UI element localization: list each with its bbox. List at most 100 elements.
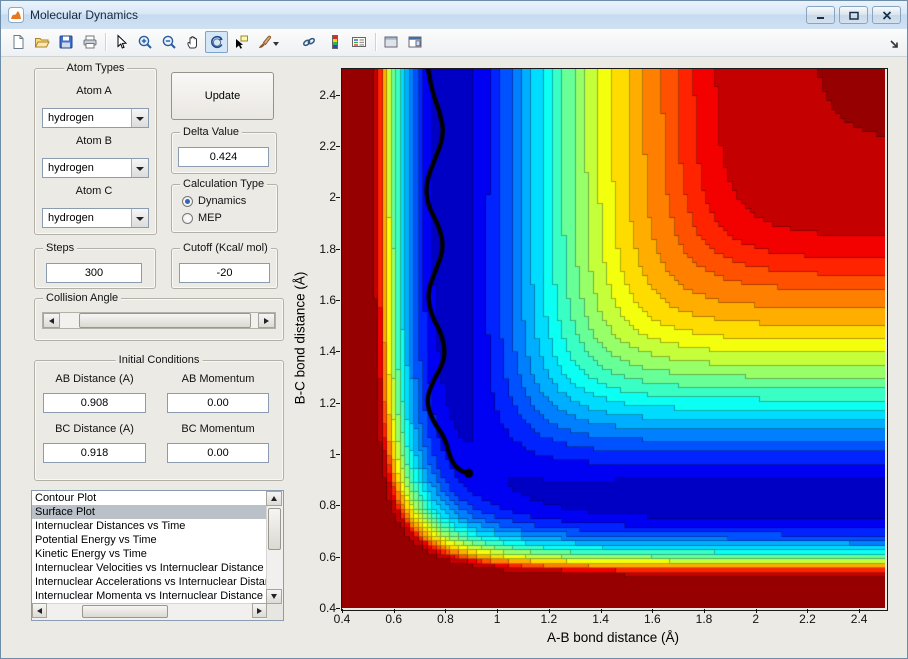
list-item[interactable]: Internuclear Accelerations vs Internucle… [32, 575, 267, 589]
y-axis-label: B-C bond distance (Å) [292, 271, 308, 405]
x-tick-mark [755, 609, 757, 613]
atom-c-label: Atom C [75, 185, 113, 197]
vertical-scroll-thumb[interactable] [268, 508, 281, 550]
colorbar-icon [331, 35, 338, 49]
radio-icon[interactable] [182, 195, 193, 207]
chevron-down-icon [136, 217, 144, 221]
legend-icon [351, 37, 366, 47]
collision-angle-slider[interactable] [42, 312, 276, 329]
calc-type-option-mep[interactable]: MEP [182, 212, 222, 224]
brush-dropdown-caret[interactable] [273, 42, 279, 46]
delta-value-title: Delta Value [180, 126, 243, 139]
list-item[interactable]: Internuclear Velocities vs Internuclear … [32, 561, 267, 575]
atom-a-dropdown[interactable]: hydrogen [42, 108, 149, 128]
printer-icon [83, 35, 96, 49]
plot-type-listbox[interactable]: Contour Plot Surface Plot Internuclear Dis… [31, 490, 284, 621]
zoom-in-icon [138, 35, 152, 49]
dock-figure-arrow[interactable] [889, 36, 899, 54]
y-tick-mark [336, 505, 340, 507]
plot-frame [341, 68, 888, 611]
calc-type-option-dynamics[interactable]: Dynamics [182, 195, 246, 207]
open-file-button[interactable] [30, 31, 53, 53]
x-tick-label: 2.2 [799, 612, 816, 626]
new-file-button[interactable] [6, 31, 29, 53]
collision-angle-title: Collision Angle [43, 292, 122, 305]
brush-button[interactable] [253, 31, 283, 53]
scroll-up-button[interactable] [266, 491, 282, 506]
edit-plot-button[interactable] [109, 31, 132, 53]
scrollbar-corner [267, 604, 283, 620]
hide-plot-tools-button[interactable] [379, 31, 402, 53]
print-button[interactable] [78, 31, 101, 53]
atom-c-value: hydrogen [48, 212, 94, 224]
dropdown-button[interactable] [131, 209, 148, 227]
scroll-right-button[interactable] [252, 603, 267, 618]
listbox-items: Contour Plot Surface Plot Internuclear Dis… [32, 491, 267, 603]
horizontal-scroll-thumb[interactable] [82, 605, 168, 618]
atom-types-title: Atom Types [63, 62, 128, 75]
list-item[interactable]: Kinetic Energy vs Time [32, 547, 267, 561]
show-plot-tools-icon [408, 36, 421, 48]
zoom-in-button[interactable] [133, 31, 156, 53]
open-folder-icon [34, 38, 50, 48]
slider-thumb[interactable] [79, 313, 251, 328]
delta-value-field[interactable]: 0.424 [178, 147, 269, 167]
horizontal-scrollbar[interactable] [32, 603, 267, 620]
minimize-button[interactable] [806, 6, 835, 24]
x-tick-label: 0.8 [437, 612, 454, 626]
bc-momentum-label: BC Momentum [181, 423, 255, 435]
arrow-right-icon [264, 317, 269, 324]
new-file-icon [13, 35, 23, 49]
atom-b-dropdown[interactable]: hydrogen [42, 158, 149, 178]
insert-colorbar-button[interactable] [323, 31, 346, 53]
cutoff-field[interactable]: -20 [179, 263, 270, 283]
slider-left-button[interactable] [43, 313, 60, 328]
link-plot-button[interactable] [297, 31, 320, 53]
list-item[interactable]: Contour Plot [32, 491, 267, 505]
x-tick-mark [445, 609, 447, 613]
x-tick-mark [342, 609, 343, 613]
list-item[interactable]: Surface Plot [32, 505, 267, 519]
ab-distance-field[interactable]: 0.908 [43, 393, 146, 413]
insert-legend-button[interactable] [347, 31, 370, 53]
dropdown-button[interactable] [131, 109, 148, 127]
link-plot-icon [302, 37, 315, 47]
dropdown-button[interactable] [131, 159, 148, 177]
radio-icon[interactable] [182, 212, 193, 224]
list-item[interactable]: Internuclear Momenta vs Internuclear Dis… [32, 589, 267, 603]
chevron-down-icon [136, 167, 144, 171]
x-tick-label: 2.4 [850, 612, 868, 626]
list-item[interactable]: Internuclear Distances vs Time [32, 519, 267, 533]
update-button[interactable]: Update [171, 72, 274, 120]
x-axis-label: A-B bond distance (Å) [546, 630, 680, 645]
steps-field[interactable]: 300 [46, 263, 142, 283]
save-button[interactable] [54, 31, 77, 53]
atom-c-dropdown[interactable]: hydrogen [42, 208, 149, 228]
scroll-down-button[interactable] [266, 589, 282, 604]
bc-distance-field[interactable]: 0.918 [43, 443, 146, 463]
rotate-3d-button[interactable] [205, 31, 228, 53]
bc-momentum-field[interactable]: 0.00 [167, 443, 269, 463]
radio-label: MEP [198, 212, 222, 224]
titlebar[interactable]: Molecular Dynamics [1, 1, 907, 30]
bc-distance-label: BC Distance (A) [55, 423, 134, 435]
list-item[interactable]: Potential Energy vs Time [32, 533, 267, 547]
show-plot-tools-button[interactable] [403, 31, 426, 53]
data-cursor-button[interactable] [229, 31, 252, 53]
vertical-scrollbar[interactable] [266, 491, 283, 604]
maximize-button[interactable] [839, 6, 868, 24]
ab-momentum-field[interactable]: 0.00 [167, 393, 269, 413]
x-tick-mark [393, 609, 395, 613]
y-tick-label: 0.6 [319, 549, 336, 564]
contour-plot-canvas[interactable] [342, 69, 885, 608]
ab-distance-label: AB Distance (A) [55, 373, 134, 385]
pan-button[interactable] [181, 31, 204, 53]
zoom-out-icon [162, 35, 176, 49]
scroll-left-button[interactable] [32, 603, 47, 618]
close-button[interactable] [872, 6, 901, 24]
arrow-up-icon [271, 496, 277, 501]
slider-right-button[interactable] [258, 313, 275, 328]
zoom-out-button[interactable] [157, 31, 180, 53]
cutoff-title: Cutoff (Kcal/ mol) [180, 242, 271, 255]
y-tick-label: 2.2 [319, 139, 336, 153]
